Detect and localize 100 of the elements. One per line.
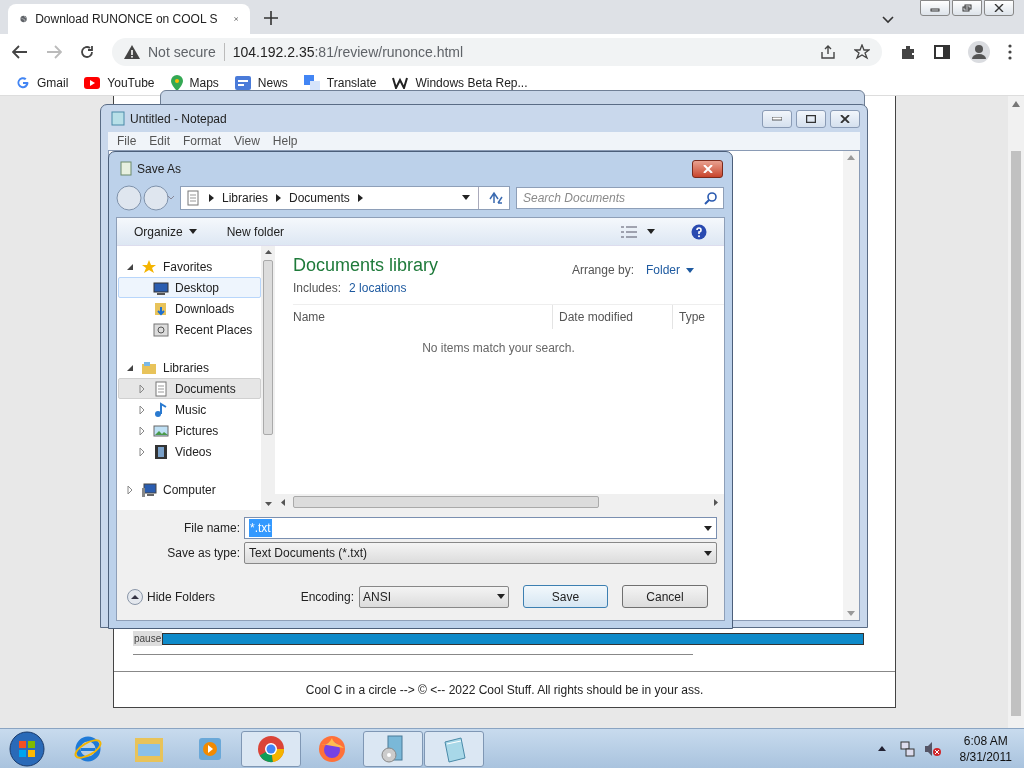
text-area-scrollbar[interactable] <box>843 151 859 620</box>
address-box[interactable]: Libraries Documents <box>180 185 510 210</box>
breadcrumb-item[interactable]: Documents <box>289 188 350 207</box>
column-header[interactable]: Type <box>673 305 724 329</box>
tab-title: Download RUNONCE on COOL S <box>35 11 218 28</box>
address-bar[interactable]: Not secure 104.192.2.35:81/review/runonce.html <box>112 38 882 66</box>
dropdown-arrow-icon <box>497 594 505 599</box>
horizontal-scrollbar[interactable] <box>275 494 724 510</box>
chevron-right-icon[interactable] <box>357 193 363 202</box>
scroll-left-icon <box>281 498 285 506</box>
puzzle-icon[interactable] <box>900 44 916 60</box>
restore-button[interactable] <box>952 0 982 16</box>
cancel-button[interactable]: Cancel <box>622 585 708 608</box>
muted-speaker-icon[interactable] <box>923 740 942 757</box>
network-icon[interactable] <box>899 740 916 757</box>
reload-icon[interactable] <box>80 45 94 59</box>
menu-item[interactable]: Help <box>272 132 298 150</box>
menu-item[interactable]: View <box>234 132 260 150</box>
clock-time[interactable]: 6:08 AM <box>963 732 1008 749</box>
collapsed-arrow-icon[interactable] <box>125 484 135 495</box>
collapsed-arrow-icon[interactable] <box>137 383 147 394</box>
document-icon <box>153 380 169 397</box>
computer-icon <box>141 481 157 498</box>
newspaper-icon <box>234 75 251 90</box>
menu-item[interactable]: File <box>117 132 137 150</box>
show-hidden-icon[interactable] <box>877 746 886 751</box>
bookmark[interactable]: News <box>234 73 288 92</box>
tree-item[interactable]: Recent Places <box>118 319 261 340</box>
share-icon[interactable] <box>820 44 836 60</box>
dropdown-arrow-icon <box>188 229 197 234</box>
locations-link[interactable]: 2 locations <box>349 279 407 297</box>
browser-tab[interactable]: Download RUNONCE on COOL S <box>8 4 250 34</box>
bookmark[interactable]: Maps <box>170 73 219 92</box>
scroll-up-icon <box>264 250 272 254</box>
clock-date[interactable]: 8/31/2011 <box>959 748 1012 765</box>
tree-item[interactable]: Pictures <box>118 420 261 441</box>
tree-item[interactable]: Desktop <box>118 277 261 298</box>
library-heading: Documents library <box>293 254 440 277</box>
dropdown-arrow-icon <box>704 525 712 531</box>
chevron-right-icon[interactable] <box>276 193 282 202</box>
scroll-down-icon <box>847 611 855 616</box>
collapsed-arrow-icon[interactable] <box>137 425 147 436</box>
hide-folders-button[interactable]: Hide Folders <box>127 587 216 606</box>
restore-icon <box>962 4 972 12</box>
tree-item[interactable]: Computer <box>118 479 261 500</box>
encoding-dropdown[interactable]: ANSI <box>359 585 509 608</box>
collapsed-arrow-icon[interactable] <box>137 446 147 457</box>
tree-item[interactable]: Downloads <box>118 298 261 319</box>
includes-label: Includes: <box>293 280 342 297</box>
close-button[interactable] <box>830 109 860 128</box>
taskbar-button[interactable] <box>241 730 301 767</box>
close-button[interactable] <box>692 159 723 178</box>
star-icon[interactable] <box>854 44 870 60</box>
maximize-button[interactable] <box>796 109 826 128</box>
tree-item[interactable]: Documents <box>118 378 261 399</box>
arrange-dropdown[interactable]: Folder <box>646 261 694 279</box>
breadcrumb-item[interactable]: Libraries <box>222 188 269 207</box>
close-icon[interactable] <box>233 14 238 24</box>
menu-item[interactable]: Edit <box>149 132 171 150</box>
search-field[interactable]: Search Documents <box>516 186 724 209</box>
organize-menu[interactable]: Organize <box>134 222 197 241</box>
tree-item[interactable]: Music <box>118 399 261 420</box>
bookmark[interactable]: Translate <box>303 73 377 92</box>
save-button[interactable]: Save <box>523 585 608 608</box>
minimize-button[interactable] <box>920 0 950 16</box>
close-icon <box>840 114 850 123</box>
tree-item[interactable]: Favorites <box>118 256 261 277</box>
save-type-dropdown[interactable]: Text Documents (*.txt) <box>244 542 717 564</box>
menu-item[interactable]: Format <box>183 132 222 150</box>
column-header[interactable]: Name <box>293 305 553 329</box>
column-header[interactable]: Date modified <box>553 305 673 329</box>
scroll-down-icon <box>264 502 272 506</box>
file-name-label: File name: <box>182 520 240 537</box>
bookmark[interactable]: Gmail <box>16 73 69 92</box>
bookmark[interactable]: YouTube <box>84 73 155 92</box>
refresh-icon[interactable] <box>487 190 505 205</box>
notepad-icon <box>111 111 125 126</box>
chevron-down-icon[interactable] <box>882 16 894 24</box>
bookmark[interactable]: Windows Beta Rep... <box>392 73 528 92</box>
tree-item[interactable]: Libraries <box>118 357 261 378</box>
sidebar-icon[interactable] <box>934 44 950 60</box>
page-scrollbar[interactable] <box>1008 96 1024 728</box>
chevron-right-icon[interactable] <box>209 193 214 202</box>
dropdown-arrow-icon <box>704 550 712 556</box>
back-icon[interactable] <box>12 45 28 59</box>
recent-places-icon <box>153 321 169 338</box>
tree-item[interactable]: Videos <box>118 441 261 462</box>
scroll-up-icon <box>1012 101 1020 107</box>
new-folder-button[interactable]: New folder <box>226 222 285 241</box>
tree-scrollbar[interactable] <box>261 246 275 510</box>
minimize-icon <box>772 116 782 121</box>
collapsed-arrow-icon[interactable] <box>137 404 147 415</box>
help-icon[interactable] <box>691 223 707 240</box>
window-title: Untitled - Notepad <box>130 110 228 128</box>
profile-icon[interactable] <box>968 41 990 63</box>
google-icon <box>16 75 30 90</box>
new-tab-icon[interactable] <box>264 11 278 25</box>
close-button[interactable] <box>984 0 1014 16</box>
start-button[interactable] <box>8 729 46 768</box>
menu-icon[interactable] <box>1008 44 1012 60</box>
